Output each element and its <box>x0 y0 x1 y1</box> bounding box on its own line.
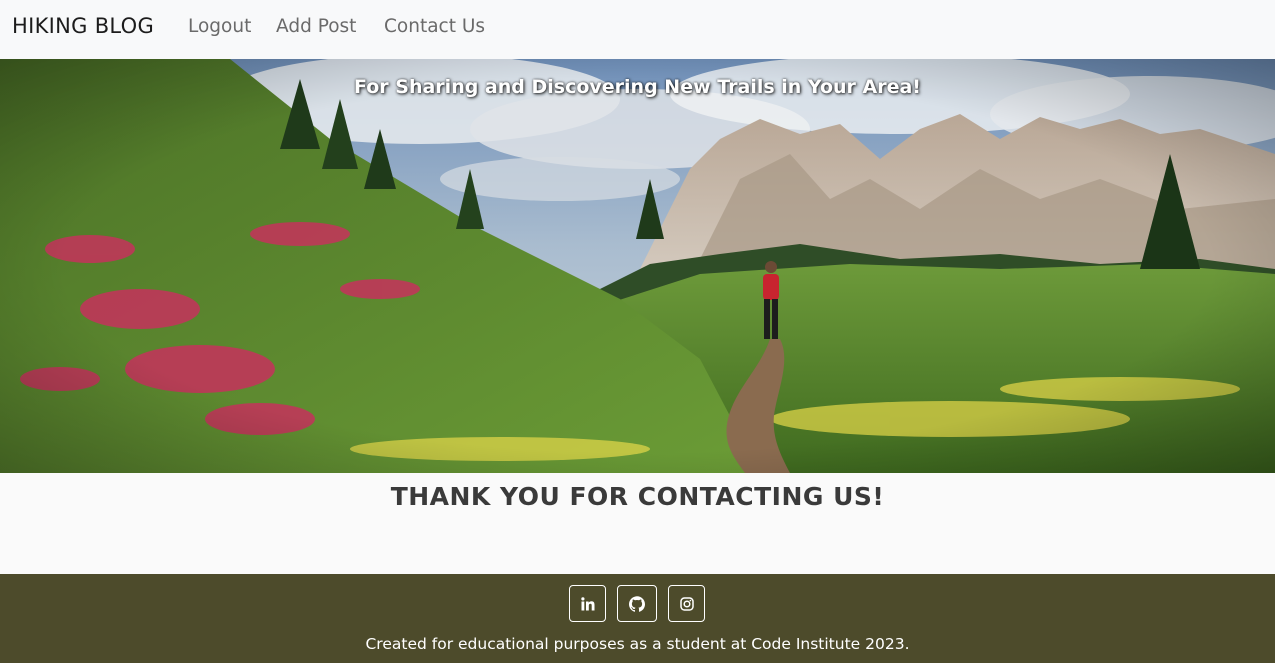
navbar: HIKING BLOG Logout Add Post Contact Us <box>0 0 1275 59</box>
copyright-text: Created for educational purposes as a st… <box>365 635 910 653</box>
linkedin-icon <box>580 596 594 610</box>
instagram-icon <box>679 596 694 611</box>
nav-link-add-post[interactable]: Add Post <box>276 16 356 37</box>
nav-link-logout[interactable]: Logout <box>188 16 251 37</box>
brand-link[interactable]: HIKING BLOG <box>12 14 154 38</box>
page-title: THANK YOU FOR CONTACTING US! <box>390 482 885 511</box>
instagram-button[interactable] <box>668 585 705 622</box>
hero-image <box>0 59 1275 473</box>
hero-banner: For Sharing and Discovering New Trails i… <box>0 59 1275 473</box>
nav-link-contact-us[interactable]: Contact Us <box>384 16 485 37</box>
github-icon <box>629 595 645 612</box>
linkedin-button[interactable] <box>569 585 606 622</box>
footer: Created for educational purposes as a st… <box>0 574 1275 663</box>
hero-tagline: For Sharing and Discovering New Trails i… <box>354 76 921 98</box>
github-button[interactable] <box>617 585 657 622</box>
